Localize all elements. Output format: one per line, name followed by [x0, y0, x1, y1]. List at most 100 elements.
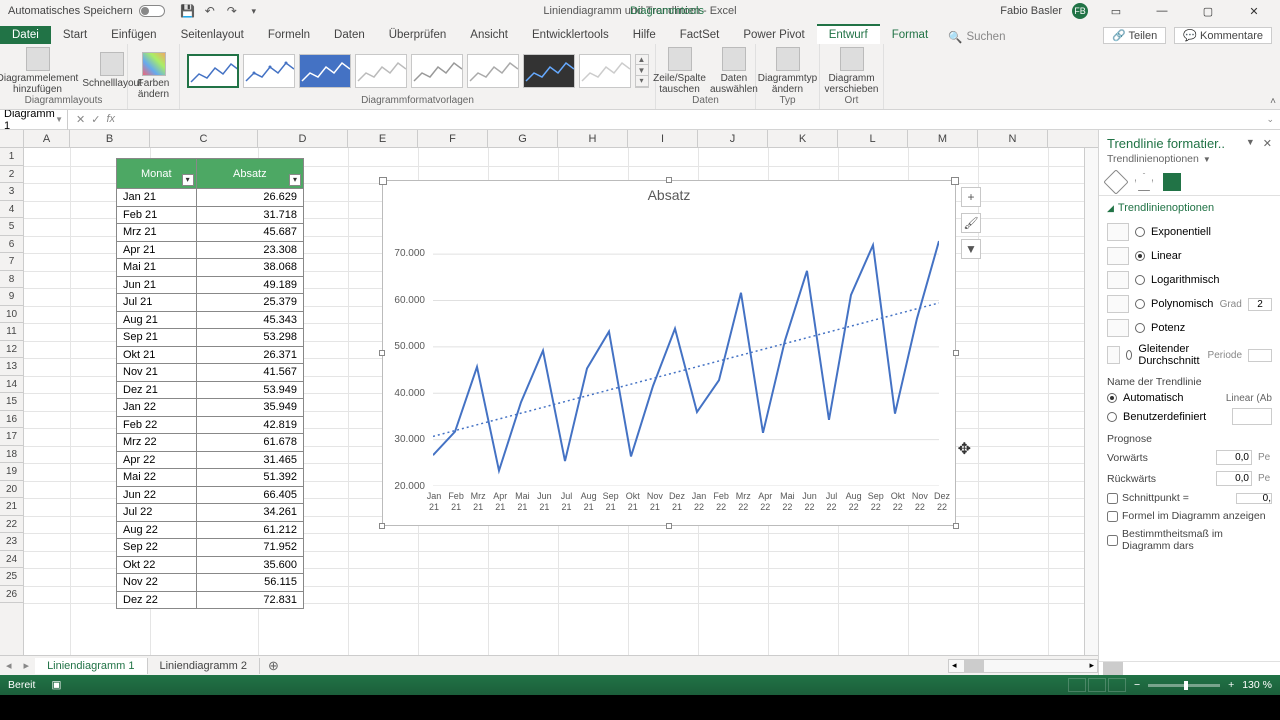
add-sheet-button[interactable]: ⊕	[260, 658, 287, 674]
style-gallery-scroll[interactable]: ▲▼▾	[635, 54, 649, 88]
row-header-14[interactable]: 14	[0, 376, 23, 394]
qat-more-icon[interactable]: ▾	[247, 4, 261, 18]
col-header-I[interactable]: I	[628, 130, 698, 147]
row-header-15[interactable]: 15	[0, 393, 23, 411]
pane-dropdown-icon[interactable]: ▼	[1246, 137, 1255, 150]
pane-subtitle[interactable]: Trendlinienoptionen	[1107, 153, 1199, 165]
comments-button[interactable]: 💬 Kommentare	[1174, 27, 1272, 44]
trend-opt-power[interactable]: Potenz	[1107, 316, 1272, 340]
view-normal-icon[interactable]	[1068, 678, 1086, 692]
user-avatar[interactable]: FB	[1072, 3, 1088, 19]
row-header-22[interactable]: 22	[0, 516, 23, 534]
collapse-ribbon-icon[interactable]: ˄	[1270, 96, 1276, 107]
row-header-25[interactable]: 25	[0, 568, 23, 586]
close-icon[interactable]: ✕	[1236, 1, 1272, 21]
sheet-nav-prev[interactable]: ◂	[0, 659, 18, 672]
chart-styles-button[interactable]: 🖌	[961, 213, 981, 233]
cancel-formula-icon[interactable]: ✕	[76, 113, 85, 126]
maximize-icon[interactable]: ▢	[1190, 1, 1226, 21]
switch-row-col-button[interactable]: Zeile/Spalte tauschen	[653, 47, 706, 95]
row-header-16[interactable]: 16	[0, 411, 23, 429]
table-row[interactable]: Feb 2242.819	[117, 416, 304, 434]
table-row[interactable]: Okt 2126.371	[117, 346, 304, 364]
sheet-tab-2[interactable]: Liniendiagramm 2	[148, 658, 260, 674]
pane-tab-effects-icon[interactable]	[1135, 173, 1153, 191]
ma-period-input[interactable]	[1248, 349, 1272, 362]
row-header-20[interactable]: 20	[0, 481, 23, 499]
row-header-21[interactable]: 21	[0, 498, 23, 516]
zoom-level[interactable]: 130 %	[1242, 679, 1272, 691]
table-row[interactable]: Mrz 2261.678	[117, 434, 304, 452]
tab-entwicklertools[interactable]: Entwicklertools	[520, 26, 621, 44]
chart-filters-button[interactable]: ▼	[961, 239, 981, 259]
tab-seitenlayout[interactable]: Seitenlayout	[169, 26, 256, 44]
forecast-bwd-input[interactable]	[1216, 471, 1252, 486]
vertical-scrollbar[interactable]	[1084, 148, 1098, 655]
row-header-7[interactable]: 7	[0, 253, 23, 271]
show-r2-check[interactable]: Bestimmtheitsmaß im Diagramm dars	[1099, 525, 1280, 555]
zoom-in-icon[interactable]: +	[1228, 679, 1234, 691]
row-header-10[interactable]: 10	[0, 306, 23, 324]
col-header-G[interactable]: G	[488, 130, 558, 147]
row-header-13[interactable]: 13	[0, 358, 23, 376]
redo-icon[interactable]: ↷	[225, 4, 239, 18]
trend-name-custom[interactable]: Benutzerdefiniert	[1099, 406, 1280, 427]
table-header-absatz[interactable]: Absatz▾	[196, 159, 303, 189]
row-header-12[interactable]: 12	[0, 341, 23, 359]
row-header-24[interactable]: 24	[0, 551, 23, 569]
intercept-check[interactable]: Schnittpunkt =	[1099, 489, 1280, 507]
tab-powerpivot[interactable]: Power Pivot	[731, 26, 816, 44]
table-row[interactable]: Jan 2126.629	[117, 189, 304, 207]
table-row[interactable]: Mrz 2145.687	[117, 224, 304, 242]
row-header-9[interactable]: 9	[0, 288, 23, 306]
col-header-A[interactable]: A	[24, 130, 70, 147]
row-header-8[interactable]: 8	[0, 271, 23, 289]
table-row[interactable]: Nov 2141.567	[117, 364, 304, 382]
poly-degree-input[interactable]	[1248, 298, 1272, 311]
table-row[interactable]: Jul 2125.379	[117, 294, 304, 312]
macro-record-icon[interactable]: ▣	[51, 679, 61, 691]
pane-tab-fill-icon[interactable]	[1103, 169, 1128, 194]
row-header-3[interactable]: 3	[0, 183, 23, 201]
pane-tab-options-icon[interactable]	[1163, 173, 1181, 191]
col-header-E[interactable]: E	[348, 130, 418, 147]
chart-style-5[interactable]	[411, 54, 463, 88]
row-header-18[interactable]: 18	[0, 446, 23, 464]
horizontal-scrollbar[interactable]: ◂▸	[948, 659, 1098, 673]
select-all-corner[interactable]	[0, 130, 24, 147]
expand-formula-bar-icon[interactable]: ⌄	[1260, 114, 1280, 125]
user-name[interactable]: Fabio Basler	[1000, 5, 1062, 17]
table-row[interactable]: Aug 2261.212	[117, 521, 304, 539]
tab-ueberpruefen[interactable]: Überprüfen	[377, 26, 459, 44]
tab-format[interactable]: Format	[880, 26, 940, 44]
table-row[interactable]: Dez 2272.831	[117, 591, 304, 609]
tab-start[interactable]: Start	[51, 26, 99, 44]
chart-plot-area[interactable]	[433, 231, 939, 486]
search-input[interactable]: Suchen	[966, 31, 1005, 43]
pane-close-icon[interactable]: ✕	[1263, 137, 1272, 150]
enter-formula-icon[interactable]: ✓	[91, 113, 100, 126]
col-header-F[interactable]: F	[418, 130, 488, 147]
row-header-19[interactable]: 19	[0, 463, 23, 481]
undo-icon[interactable]: ↶	[203, 4, 217, 18]
table-header-month[interactable]: Monat▾	[117, 159, 197, 189]
chart-style-1[interactable]	[187, 54, 239, 88]
chart-style-3[interactable]	[299, 54, 351, 88]
table-row[interactable]: Apr 2123.308	[117, 241, 304, 259]
trend-opt-moving-avg[interactable]: Gleitender DurchschnittPeriode	[1107, 340, 1272, 370]
table-row[interactable]: Jun 2149.189	[117, 276, 304, 294]
trend-opt-linear[interactable]: Linear	[1107, 244, 1272, 268]
change-colors-button[interactable]: Farben ändern	[130, 52, 178, 100]
minimize-icon[interactable]: —	[1144, 1, 1180, 21]
show-equation-check[interactable]: Formel im Diagramm anzeigen	[1099, 507, 1280, 525]
table-row[interactable]: Jan 2235.949	[117, 399, 304, 417]
change-chart-type-button[interactable]: Diagrammtyp ändern	[758, 47, 817, 95]
tab-einfuegen[interactable]: Einfügen	[99, 26, 168, 44]
col-header-H[interactable]: H	[558, 130, 628, 147]
chart-style-7[interactable]	[523, 54, 575, 88]
share-button[interactable]: 🔗 Teilen	[1103, 27, 1166, 44]
forecast-fwd-input[interactable]	[1216, 450, 1252, 465]
chart-style-8[interactable]	[579, 54, 631, 88]
zoom-out-icon[interactable]: −	[1134, 679, 1140, 691]
add-chart-element-button[interactable]: Diagrammelement hinzufügen	[0, 47, 84, 95]
